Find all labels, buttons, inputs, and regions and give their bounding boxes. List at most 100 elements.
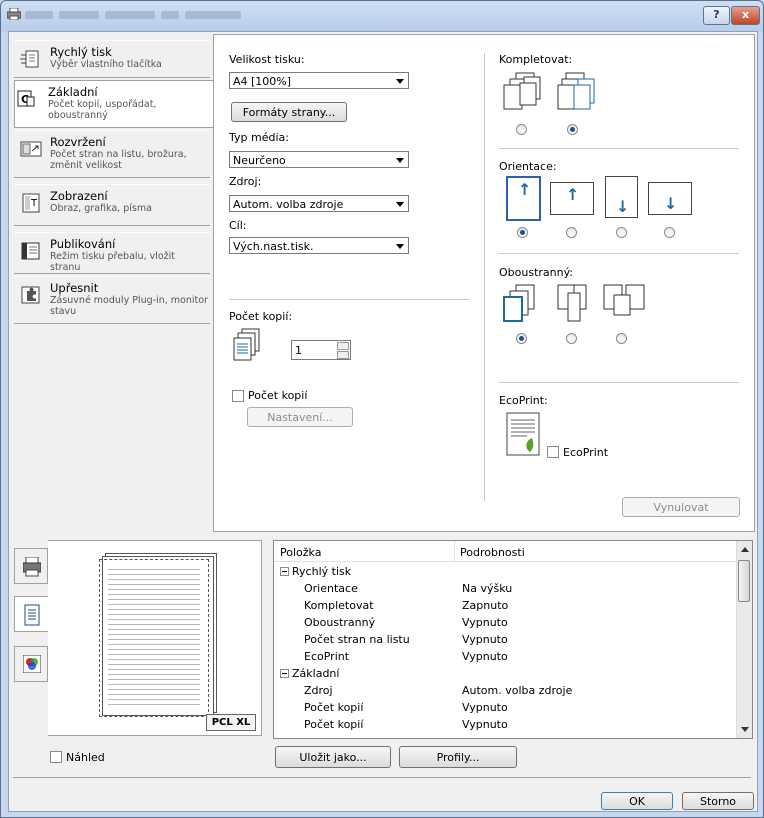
- table-row[interactable]: Orientace Na výšku: [274, 580, 736, 597]
- chevron-down-icon: [396, 244, 404, 249]
- chevron-down-icon: [396, 202, 404, 207]
- row-detail: Autom. volba zdroje: [462, 684, 573, 697]
- orientation-landscape-option[interactable]: ↑: [550, 182, 594, 215]
- pcl-xl-badge: PCL XL: [206, 714, 256, 731]
- table-row[interactable]: Počet kopií Vypnuto: [274, 716, 736, 733]
- duplex-short-edge-radio[interactable]: [616, 333, 627, 344]
- row-detail: Vypnuto: [462, 650, 508, 663]
- summary-group-row[interactable]: Základní: [274, 665, 736, 682]
- destination-select[interactable]: Vých.nast.tisk.: [229, 237, 409, 254]
- puzzle-icon: [21, 286, 40, 304]
- orientation-portrait-rotated-option[interactable]: ↓: [605, 176, 638, 218]
- ecoprint-label: EcoPrint:: [499, 394, 548, 407]
- table-row[interactable]: Počet kopií Vypnuto: [274, 699, 736, 716]
- print-dialog-window: ? x Rychlý tisk Výběr vlastního tlačítka…: [0, 0, 764, 818]
- table-row[interactable]: Oboustranný Vypnuto: [274, 614, 736, 631]
- table-row[interactable]: Kompletovat Zapnuto: [274, 597, 736, 614]
- print-size-value: A4 [100%]: [233, 75, 292, 88]
- tab-printer[interactable]: [14, 548, 48, 584]
- nav-item-advanced[interactable]: Upřesnit Zásuvné moduly Plug-in, monitor…: [14, 276, 210, 324]
- orientation-landscape-rotated-radio[interactable]: [664, 227, 675, 238]
- header-item[interactable]: Položka: [280, 546, 321, 559]
- settings-button-label: Nastavení...: [267, 411, 333, 424]
- nav-subtitle: Počet kopií, uspořádat, oboustranný: [48, 99, 157, 121]
- scroll-down-icon[interactable]: [741, 727, 749, 732]
- destination-label: Cíl:: [229, 219, 247, 232]
- nav-item-basic[interactable]: C Základní Počet kopií, uspořádat, obous…: [14, 80, 213, 128]
- nav-item-imaging[interactable]: T Zobrazení Obraz, grafika, písma: [14, 184, 210, 226]
- row-item: Zdroj: [304, 684, 333, 697]
- collapse-icon[interactable]: [280, 669, 289, 678]
- row-item: EcoPrint: [304, 650, 350, 663]
- duplex-long-edge-radio[interactable]: [566, 333, 577, 344]
- table-row[interactable]: Zdroj Autom. volba zdroje: [274, 682, 736, 699]
- nav-title: Zobrazení: [50, 189, 108, 203]
- imaging-icon: T: [22, 193, 40, 213]
- collate-label: Kompletovat:: [499, 53, 573, 66]
- reset-button[interactable]: Vynulovat: [622, 497, 740, 517]
- cancel-label: Storno: [699, 795, 737, 808]
- spin-up-icon[interactable]: [337, 342, 349, 350]
- save-as-button[interactable]: Uložit jako...: [275, 746, 391, 768]
- orientation-landscape-rotated-option[interactable]: ↓: [648, 182, 692, 215]
- row-detail: Vypnuto: [462, 616, 508, 629]
- divider: [499, 253, 739, 254]
- summary-group-row[interactable]: Rychlý tisk: [274, 563, 736, 580]
- basic-icon: C: [17, 90, 35, 107]
- nav-subtitle: Režim tisku přebalu, vložit stranu: [50, 251, 176, 273]
- copies-spinner[interactable]: 1: [291, 340, 351, 360]
- duplex-off-radio[interactable]: [516, 333, 527, 344]
- ok-button[interactable]: OK: [601, 792, 673, 810]
- nav-item-publishing[interactable]: Publikování Režim tisku přebalu, vložit …: [14, 232, 210, 274]
- settings-summary-list[interactable]: Položka Podrobnosti Rychlý tisk Orientace…: [273, 540, 753, 739]
- table-row[interactable]: EcoPrint Vypnuto: [274, 648, 736, 665]
- scroll-thumb[interactable]: [738, 560, 750, 602]
- ecoprint-check-label: EcoPrint: [563, 446, 609, 459]
- quick-print-icon: [20, 50, 39, 68]
- ok-label: OK: [629, 795, 645, 808]
- row-item: Základní: [292, 667, 340, 680]
- svg-text:T: T: [30, 198, 38, 209]
- nav-item-quick-print[interactable]: Rychlý tisk Výběr vlastního tlačítka: [14, 40, 210, 78]
- arrow-up-icon: ↑: [566, 185, 580, 204]
- collate-off-radio[interactable]: [516, 124, 527, 135]
- page-formats-button[interactable]: Formáty strany...: [231, 102, 347, 122]
- nav-title: Publikování: [50, 237, 116, 251]
- source-select[interactable]: Autom. volba zdroje: [229, 195, 409, 212]
- duplex-short-edge-icon: [603, 284, 645, 316]
- collate-on-radio[interactable]: [567, 124, 578, 135]
- page-preview: PCL XL: [48, 540, 262, 736]
- orientation-portrait-rotated-radio[interactable]: [616, 227, 627, 238]
- close-button[interactable]: x: [731, 6, 760, 25]
- table-row[interactable]: Počet stran na listu Vypnuto: [274, 631, 736, 648]
- header-details[interactable]: Podrobnosti: [460, 546, 525, 559]
- nav-subtitle: Zásuvné moduly Plug-in, monitor stavu: [50, 295, 208, 317]
- copy-count-checkbox[interactable]: [232, 390, 244, 402]
- orientation-portrait-option[interactable]: ↑: [506, 176, 541, 221]
- row-item: Počet stran na listu: [304, 633, 410, 646]
- publishing-icon: [21, 242, 40, 260]
- preview-check-label: Náhled: [66, 751, 105, 764]
- layout-icon: [20, 141, 42, 157]
- ecoprint-checkbox[interactable]: [547, 446, 559, 458]
- profiles-button[interactable]: Profily...: [399, 746, 517, 768]
- preview-checkbox[interactable]: [50, 751, 62, 763]
- settings-button[interactable]: Nastavení...: [247, 407, 353, 427]
- cancel-button[interactable]: Storno: [682, 792, 754, 810]
- scroll-up-icon[interactable]: [741, 547, 749, 552]
- help-button[interactable]: ?: [703, 6, 730, 25]
- vertical-scrollbar[interactable]: [736, 541, 752, 738]
- nav-item-layout[interactable]: Rozvržení Počet stran na listu, brožura,…: [14, 130, 210, 178]
- copies-icon: [233, 328, 260, 361]
- printer-icon: [23, 557, 41, 577]
- print-size-select[interactable]: A4 [100%]: [229, 72, 409, 89]
- source-label: Zdroj:: [229, 175, 262, 188]
- orientation-portrait-radio[interactable]: [517, 227, 528, 238]
- tab-color[interactable]: [14, 646, 48, 682]
- page-icon: [24, 604, 40, 626]
- collapse-icon[interactable]: [280, 567, 289, 576]
- orientation-landscape-radio[interactable]: [566, 227, 577, 238]
- media-type-select[interactable]: Neurčeno: [229, 151, 409, 168]
- spin-down-icon[interactable]: [337, 351, 349, 359]
- tab-page[interactable]: [14, 596, 48, 632]
